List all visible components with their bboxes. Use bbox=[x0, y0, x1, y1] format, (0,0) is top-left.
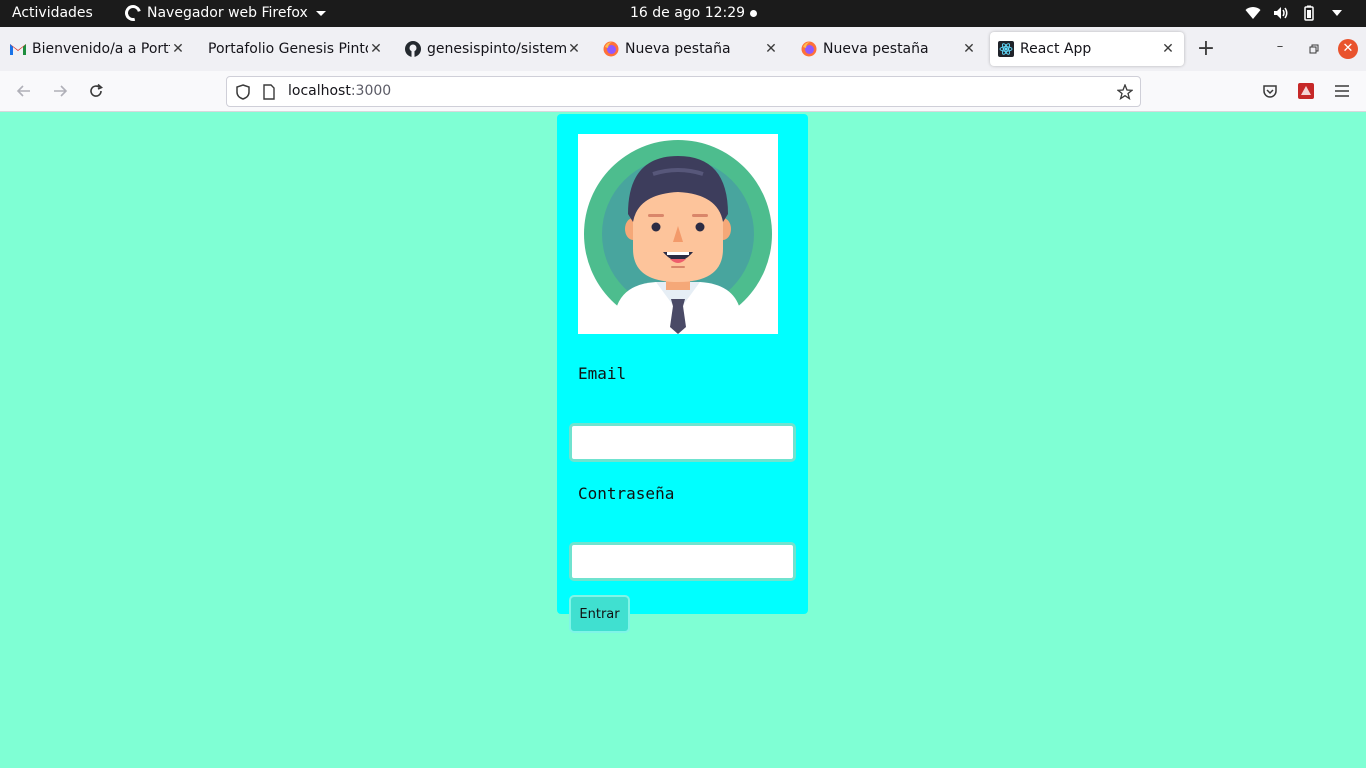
hamburger-menu-icon[interactable] bbox=[1330, 79, 1354, 103]
password-label: Contraseña bbox=[578, 484, 675, 503]
minimize-window-icon[interactable]: – bbox=[1270, 39, 1290, 59]
url-port: :3000 bbox=[350, 83, 392, 99]
tab-title: Portafolio Genesis Pinto bbox=[208, 41, 368, 57]
app-menu[interactable]: Navegador web Firefox bbox=[122, 2, 326, 24]
back-arrow-icon[interactable] bbox=[12, 79, 36, 103]
gmail-icon bbox=[10, 41, 26, 57]
close-tab-icon[interactable]: ✕ bbox=[1160, 41, 1176, 57]
app-menu-label: Navegador web Firefox bbox=[147, 5, 308, 21]
bookmark-star-icon[interactable] bbox=[1113, 80, 1137, 104]
close-tab-icon[interactable]: ✕ bbox=[961, 41, 977, 57]
tab-react-app[interactable]: React App ✕ bbox=[990, 32, 1184, 66]
tab-title: React App bbox=[1020, 41, 1092, 57]
tab-github[interactable]: genesispinto/sistema ✕ bbox=[405, 32, 582, 66]
forward-arrow-icon[interactable] bbox=[48, 79, 72, 103]
tab-title: genesispinto/sistema bbox=[427, 41, 566, 57]
close-tab-icon[interactable]: ✕ bbox=[763, 41, 779, 57]
submit-button[interactable]: Entrar bbox=[569, 595, 630, 633]
restore-window-icon[interactable] bbox=[1304, 39, 1324, 59]
system-menu-caret-icon bbox=[1328, 4, 1346, 22]
battery-icon bbox=[1300, 4, 1318, 22]
close-tab-icon[interactable]: ✕ bbox=[566, 41, 582, 57]
url-host: localhost bbox=[288, 83, 351, 99]
tab-title: Nueva pestaña bbox=[823, 41, 929, 57]
email-field[interactable] bbox=[569, 423, 796, 462]
page-info-icon[interactable] bbox=[257, 80, 281, 104]
wifi-icon bbox=[1244, 4, 1262, 22]
url-text[interactable]: localhost:3000 bbox=[288, 83, 391, 99]
notification-dot-icon bbox=[750, 10, 757, 17]
extension-icon[interactable] bbox=[1294, 79, 1318, 103]
tab-portafolio[interactable]: Portafolio Genesis Pinto ✕ bbox=[208, 32, 384, 66]
login-card: Email Contraseña Entrar bbox=[557, 114, 808, 633]
email-label: Email bbox=[578, 364, 627, 383]
close-window-icon[interactable]: ✕ bbox=[1338, 39, 1358, 59]
reload-icon[interactable] bbox=[84, 79, 108, 103]
pocket-icon[interactable] bbox=[1258, 79, 1282, 103]
close-tab-icon[interactable]: ✕ bbox=[170, 41, 186, 57]
tab-strip: Bienvenido/a a Portfo ✕ Portafolio Genes… bbox=[0, 27, 1366, 71]
system-tray[interactable] bbox=[1244, 4, 1346, 22]
volume-icon bbox=[1272, 4, 1290, 22]
tab-nueva-pestana-2[interactable]: Nueva pestaña ✕ bbox=[801, 32, 977, 66]
close-tab-icon[interactable]: ✕ bbox=[368, 41, 384, 57]
tab-gmail[interactable]: Bienvenido/a a Portfo ✕ bbox=[10, 32, 186, 66]
github-icon bbox=[405, 41, 421, 57]
tab-nueva-pestana-1[interactable]: Nueva pestaña ✕ bbox=[603, 32, 779, 66]
react-icon bbox=[998, 41, 1014, 57]
address-bar[interactable]: localhost:3000 bbox=[226, 76, 1141, 107]
user-avatar-illustration bbox=[584, 140, 772, 334]
avatar bbox=[578, 134, 778, 334]
new-tab-plus-icon[interactable]: + bbox=[1196, 37, 1216, 61]
activities-button[interactable]: Actividades bbox=[12, 5, 93, 21]
system-top-bar: Actividades Navegador web Firefox 16 de … bbox=[0, 0, 1366, 27]
firefox-icon bbox=[603, 41, 619, 57]
clock[interactable]: 16 de ago 12:29 bbox=[630, 5, 745, 21]
navigation-toolbar: localhost:3000 bbox=[0, 71, 1366, 112]
firefox-app-icon bbox=[122, 2, 144, 24]
tab-title: Bienvenido/a a Portfo bbox=[32, 41, 170, 57]
shield-icon[interactable] bbox=[231, 80, 255, 104]
caret-down-icon bbox=[315, 10, 326, 16]
password-field[interactable] bbox=[569, 542, 796, 581]
firefox-icon bbox=[801, 41, 817, 57]
tab-title: Nueva pestaña bbox=[625, 41, 731, 57]
